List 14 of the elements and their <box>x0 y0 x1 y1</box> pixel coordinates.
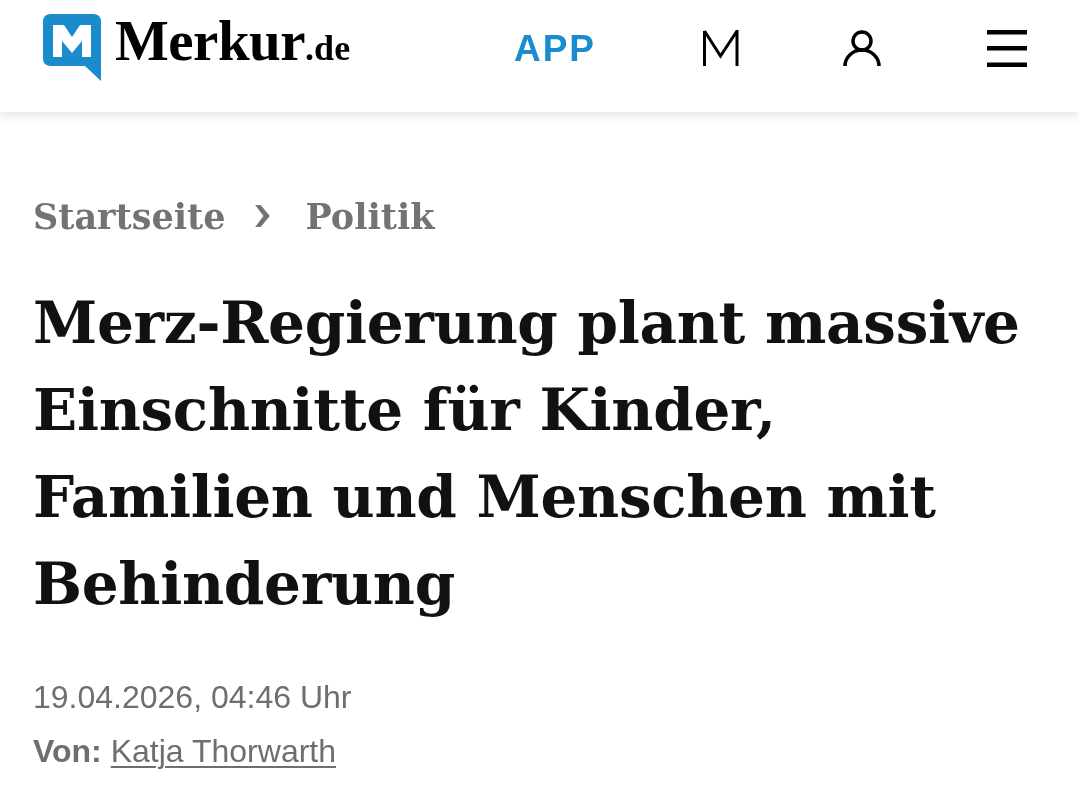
publish-date: 19.04.2026, 04:46 Uhr <box>33 678 353 717</box>
app-link[interactable]: APP <box>513 29 596 67</box>
logo-icon[interactable] <box>43 14 101 81</box>
breadcrumb-link[interactable]: Politik <box>305 198 435 234</box>
menu-icon[interactable] <box>987 29 1027 67</box>
chevron-icon <box>255 205 271 227</box>
article-headline: Merz-Regierung plant massive Einschnitte für Kinder, Familien und Menschen mit Behinderung <box>33 288 1021 620</box>
breadcrumb-link[interactable]: Startseite <box>33 198 226 234</box>
m-letter-icon[interactable] <box>703 29 739 67</box>
user-icon[interactable] <box>843 29 881 67</box>
logo-domain[interactable]: .de <box>305 30 351 66</box>
byline-label: Von: <box>33 732 102 771</box>
logo-wordmark[interactable]: Merkur <box>115 12 306 69</box>
author-link[interactable]: Katja Thorwarth <box>110 732 336 771</box>
